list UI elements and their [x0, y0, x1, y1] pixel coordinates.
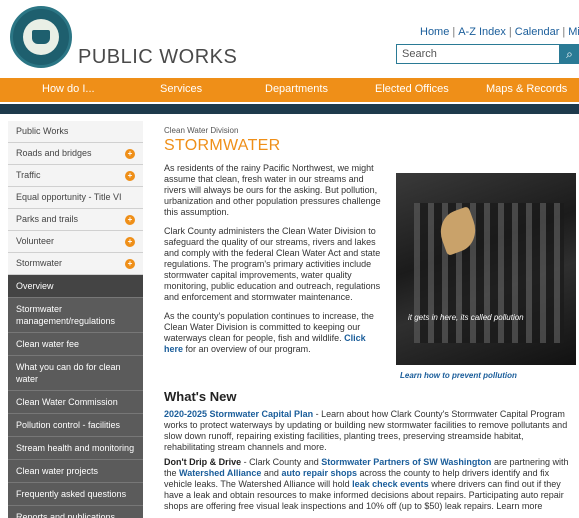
sidebar-item-roads[interactable]: Roads and bridges + [8, 143, 143, 165]
subnav-management[interactable]: Stormwater management/regulations [8, 298, 143, 333]
subnav-what-you-can-do[interactable]: What you can do for clean water [8, 356, 143, 391]
sidebar-item-public-works[interactable]: Public Works [8, 121, 143, 143]
sidebar-item-equal-opportunity[interactable]: Equal opportunity - Title VI [8, 187, 143, 209]
breadcrumb[interactable]: Clean Water Division [164, 126, 574, 135]
sidebar-item-volunteer[interactable]: Volunteer + [8, 231, 143, 253]
main-content: Clean Water Division STORMWATER As resid… [164, 121, 576, 511]
calendar-link[interactable]: Calendar [515, 26, 560, 38]
nav-elected-offices[interactable]: Elected Offices [375, 83, 449, 95]
plus-icon[interactable]: + [125, 171, 135, 181]
news-item: Don't Drip & Drive - Clark County and St… [164, 457, 569, 511]
plus-icon[interactable]: + [125, 149, 135, 159]
nav-how-do-i[interactable]: How do I... [42, 83, 95, 95]
leak-check-events-link[interactable]: leak check events [352, 479, 429, 489]
subnav-clean-water-fee[interactable]: Clean water fee [8, 333, 143, 356]
site-title[interactable]: PUBLIC WORKS [78, 46, 237, 69]
mission-link[interactable]: Mission [568, 26, 579, 38]
news-list: 2020-2025 Stormwater Capital Plan - Lear… [164, 409, 576, 516]
accent-bar [0, 104, 579, 114]
whats-new-heading: What's New [164, 389, 237, 404]
division-paragraph: Clark County administers the Clean Water… [164, 226, 381, 302]
nav-maps-records[interactable]: Maps & Records [486, 83, 567, 95]
sidebar-item-parks[interactable]: Parks and trails + [8, 209, 143, 231]
sidebar-item-stormwater[interactable]: Stormwater + [8, 253, 143, 275]
main-nav: How do I... Services Departments Elected… [0, 78, 579, 102]
subnav-overview[interactable]: Overview [8, 275, 143, 298]
sidebar: Public Works Roads and bridges + Traffic +… [8, 121, 143, 518]
az-index-link[interactable]: A-Z Index [458, 26, 506, 38]
watershed-alliance-link[interactable]: Watershed Alliance [179, 468, 261, 478]
subnav-reports[interactable]: Reports and publications [8, 506, 143, 518]
capital-plan-link[interactable]: 2020-2025 Stormwater Capital Plan [164, 409, 313, 419]
home-link[interactable]: Home [420, 26, 449, 38]
subnav-commission[interactable]: Clean Water Commission [8, 391, 143, 414]
sidebar-item-traffic[interactable]: Traffic + [8, 165, 143, 187]
intro-paragraph: As residents of the rainy Pacific Northw… [164, 163, 381, 217]
subnav-pollution-control[interactable]: Pollution control - facilities [8, 414, 143, 437]
storm-drain-photo: it gets in here, its called pollution [396, 173, 576, 365]
search-input[interactable]: Search [396, 44, 560, 64]
photo-caption: it gets in here, its called pollution [408, 313, 524, 322]
overview-paragraph: As the county's population continues to … [164, 311, 374, 354]
auto-repair-shops-link[interactable]: auto repair shops [281, 468, 357, 478]
stormwater-partners-link[interactable]: Stormwater Partners of SW Washington [321, 457, 491, 467]
county-logo[interactable] [10, 6, 72, 68]
nav-services[interactable]: Services [160, 83, 202, 95]
news-item: 2020-2025 Stormwater Capital Plan - Lear… [164, 409, 568, 452]
subnav-faq[interactable]: Frequently asked questions [8, 483, 143, 506]
plus-icon[interactable]: + [125, 215, 135, 225]
site-header: PUBLIC WORKS Home|A-Z Index|Calendar|Mis… [0, 0, 579, 78]
subnav-stream-health[interactable]: Stream health and monitoring [8, 437, 143, 460]
nav-departments[interactable]: Departments [265, 83, 328, 95]
prevent-pollution-link[interactable]: Learn how to prevent pollution [400, 371, 517, 380]
utility-links: Home|A-Z Index|Calendar|Mission [420, 26, 579, 38]
page-title: STORMWATER [164, 137, 281, 154]
subnav-projects[interactable]: Clean water projects [8, 460, 143, 483]
search-icon[interactable]: ⌕ [560, 44, 579, 64]
plus-icon[interactable]: + [125, 237, 135, 247]
plus-icon[interactable]: + [125, 259, 135, 269]
